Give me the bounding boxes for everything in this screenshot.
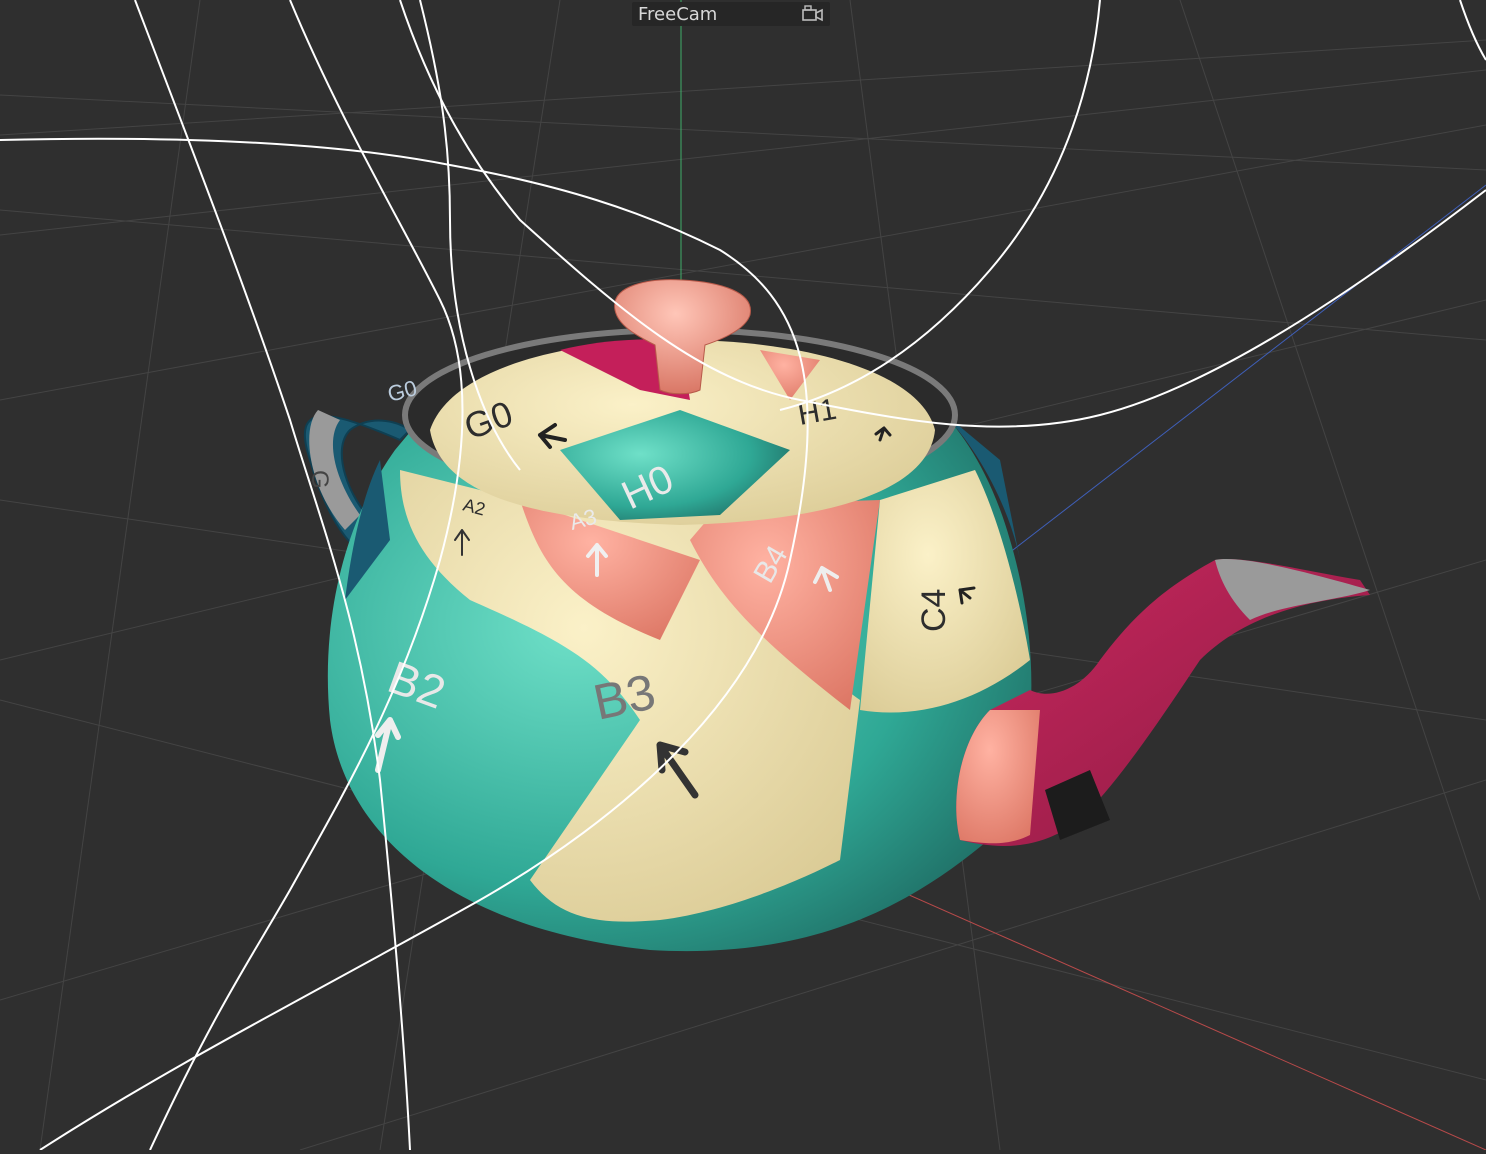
x-axis-line <box>829 859 1486 1151</box>
teapot-mesh[interactable]: G0 H0 H1 A2 A3 B2 B3 B4 C4 G0 G <box>304 279 1370 952</box>
z-axis-line <box>999 184 1486 561</box>
camera-selector[interactable]: FreeCam <box>632 2 830 26</box>
3d-viewport[interactable]: G0 H0 H1 A2 A3 B2 B3 B4 C4 G0 G FreeCam <box>0 0 1486 1151</box>
camera-name: FreeCam <box>638 3 718 25</box>
uv-label-body-c4: C4 <box>915 589 953 632</box>
camera-icon[interactable] <box>802 5 824 23</box>
viewport-scene[interactable]: G0 H0 H1 A2 A3 B2 B3 B4 C4 G0 G <box>0 0 1486 1151</box>
